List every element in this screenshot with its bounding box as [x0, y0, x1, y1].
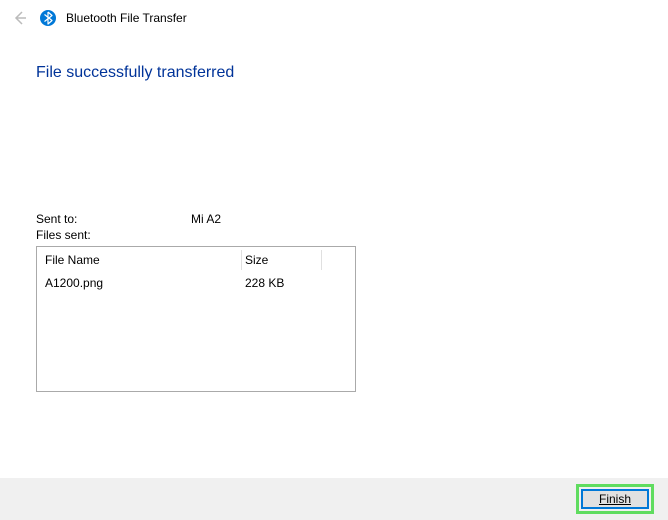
- window-header: Bluetooth File Transfer: [0, 0, 668, 36]
- cell-file-size: 228 KB: [245, 276, 320, 290]
- status-heading: File successfully transferred: [36, 64, 632, 82]
- main-content: File successfully transferred Sent to: M…: [0, 64, 668, 392]
- column-header-name[interactable]: File Name: [45, 253, 245, 267]
- column-header-size[interactable]: Size: [245, 253, 320, 267]
- window-title: Bluetooth File Transfer: [66, 11, 187, 25]
- files-sent-row: Files sent:: [36, 228, 632, 242]
- files-table-header: File Name Size: [37, 247, 355, 273]
- sent-to-row: Sent to: Mi A2: [36, 212, 632, 226]
- column-divider-icon: [241, 250, 242, 270]
- finish-button[interactable]: Finish: [581, 489, 649, 509]
- back-arrow-icon[interactable]: [10, 8, 30, 28]
- column-divider-icon: [321, 250, 322, 270]
- bluetooth-icon: [40, 10, 56, 26]
- finish-highlight-box: Finish: [576, 484, 654, 514]
- footer-bar: Finish: [0, 478, 668, 520]
- sent-to-value: Mi A2: [191, 212, 221, 226]
- sent-to-label: Sent to:: [36, 212, 191, 226]
- cell-file-name: A1200.png: [45, 276, 245, 290]
- files-table: File Name Size A1200.png 228 KB: [36, 246, 356, 392]
- table-row[interactable]: A1200.png 228 KB: [37, 273, 355, 293]
- files-sent-label: Files sent:: [36, 228, 191, 242]
